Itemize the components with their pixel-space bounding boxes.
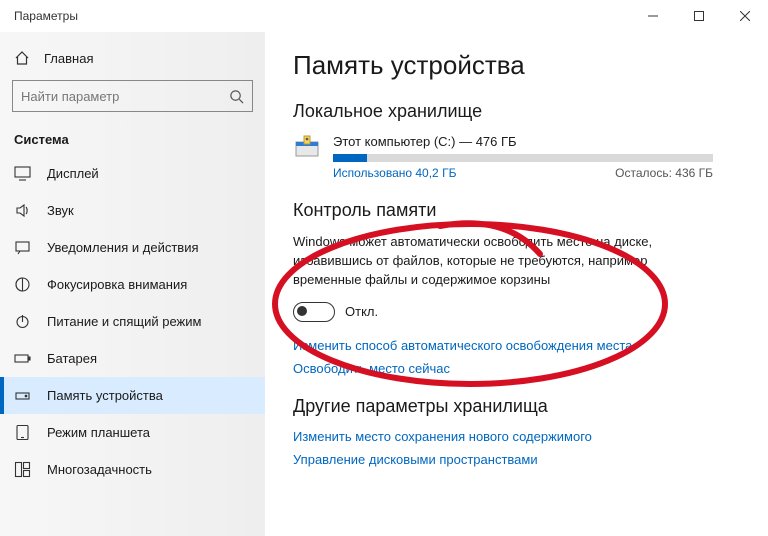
disk-usage-bar bbox=[333, 154, 713, 162]
other-storage-heading: Другие параметры хранилища bbox=[293, 396, 740, 417]
multitasking-icon bbox=[14, 461, 31, 478]
display-icon bbox=[14, 165, 31, 182]
sidebar-item-label: Многозадачность bbox=[47, 462, 152, 477]
maximize-button[interactable] bbox=[676, 0, 722, 32]
sidebar-item-label: Фокусировка внимания bbox=[47, 277, 187, 292]
sidebar-item-label: Звук bbox=[47, 203, 74, 218]
tablet-icon bbox=[14, 424, 31, 441]
page-title: Память устройства bbox=[293, 50, 740, 81]
sidebar-item-sound[interactable]: Звук bbox=[0, 192, 265, 229]
content: Память устройства Локальное хранилище Эт… bbox=[265, 32, 768, 536]
sidebar-item-power[interactable]: Питание и спящий режим bbox=[0, 303, 265, 340]
toggle-switch[interactable] bbox=[293, 302, 335, 322]
sidebar-item-label: Память устройства bbox=[47, 388, 163, 403]
focus-icon bbox=[14, 276, 31, 293]
sound-icon bbox=[14, 202, 31, 219]
minimize-button[interactable] bbox=[630, 0, 676, 32]
change-save-location-link[interactable]: Изменить место сохранения нового содержи… bbox=[293, 429, 740, 444]
sidebar: Главная Найти параметр Система Дисплей З… bbox=[0, 32, 265, 536]
window-controls bbox=[630, 0, 768, 32]
disk-free-label: Осталось: 436 ГБ bbox=[615, 166, 713, 180]
sidebar-item-display[interactable]: Дисплей bbox=[0, 155, 265, 192]
sidebar-item-label: Питание и спящий режим bbox=[47, 314, 201, 329]
disk-label: Этот компьютер (C:) — 476 ГБ bbox=[333, 134, 740, 149]
battery-icon bbox=[14, 350, 31, 367]
storage-spaces-link[interactable]: Управление дисковыми пространствами bbox=[293, 452, 740, 467]
local-storage-heading: Локальное хранилище bbox=[293, 101, 740, 122]
search-placeholder: Найти параметр bbox=[21, 89, 229, 104]
home-button[interactable]: Главная bbox=[0, 40, 265, 76]
toggle-state-label: Откл. bbox=[345, 304, 378, 319]
disk-icon bbox=[293, 134, 321, 162]
sidebar-item-notifications[interactable]: Уведомления и действия bbox=[0, 229, 265, 266]
power-icon bbox=[14, 313, 31, 330]
sidebar-item-label: Уведомления и действия bbox=[47, 240, 199, 255]
sidebar-item-label: Дисплей bbox=[47, 166, 99, 181]
titlebar: Параметры bbox=[0, 0, 768, 32]
storage-sense-toggle[interactable]: Откл. bbox=[293, 302, 740, 322]
sidebar-item-focus[interactable]: Фокусировка внимания bbox=[0, 266, 265, 303]
search-icon bbox=[229, 89, 244, 104]
close-button[interactable] bbox=[722, 0, 768, 32]
sidebar-item-battery[interactable]: Батарея bbox=[0, 340, 265, 377]
disk-row[interactable]: Этот компьютер (C:) — 476 ГБ Использован… bbox=[293, 134, 740, 180]
disk-used-link[interactable]: Использовано 40,2 ГБ bbox=[333, 166, 456, 180]
sidebar-item-storage[interactable]: Память устройства bbox=[0, 377, 265, 414]
section-label: Система bbox=[0, 126, 265, 155]
storage-sense-heading: Контроль памяти bbox=[293, 200, 740, 221]
sidebar-item-multitasking[interactable]: Многозадачность bbox=[0, 451, 265, 488]
home-icon bbox=[14, 50, 30, 66]
sidebar-item-tablet[interactable]: Режим планшета bbox=[0, 414, 265, 451]
storage-sense-description: Windows может автоматически освободить м… bbox=[293, 233, 713, 290]
free-now-link[interactable]: Освободить место сейчас bbox=[293, 361, 740, 376]
change-auto-free-link[interactable]: Изменить способ автоматического освобожд… bbox=[293, 338, 740, 353]
home-label: Главная bbox=[44, 51, 93, 66]
notifications-icon bbox=[14, 239, 31, 256]
sidebar-item-label: Режим планшета bbox=[47, 425, 150, 440]
storage-icon bbox=[14, 387, 31, 404]
sidebar-item-label: Батарея bbox=[47, 351, 97, 366]
app-title: Параметры bbox=[14, 9, 78, 23]
search-input[interactable]: Найти параметр bbox=[12, 80, 253, 112]
